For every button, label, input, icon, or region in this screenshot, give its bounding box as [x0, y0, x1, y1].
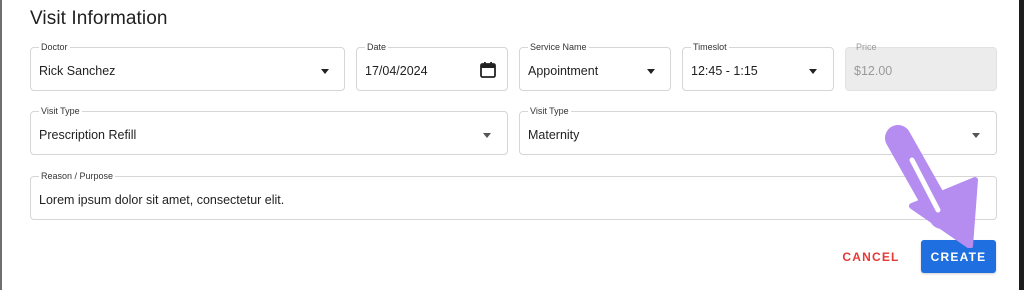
reason-input[interactable]: Reason / Purpose Lorem ipsum dolor sit a…: [30, 171, 997, 220]
doctor-select[interactable]: Doctor Rick Sanchez: [30, 42, 345, 91]
visit-type-value-2: Maternity: [528, 128, 580, 142]
service-value: Appointment: [528, 64, 599, 78]
reason-label: Reason / Purpose: [39, 171, 116, 182]
price-label: Price: [856, 42, 877, 52]
chevron-down-icon: [647, 69, 655, 74]
chevron-down-icon: [321, 69, 329, 74]
date-field[interactable]: Date 17/04/2024: [356, 42, 508, 91]
create-button[interactable]: CREATE: [921, 240, 996, 273]
visit-type-value: Prescription Refill: [39, 128, 137, 142]
price-value: $12.00: [854, 64, 893, 78]
price-field: Price $12.00: [845, 42, 997, 91]
window-left-edge: [0, 0, 2, 290]
date-value: 17/04/2024: [365, 64, 428, 78]
visit-type-select[interactable]: Visit Type Prescription Refill: [30, 106, 508, 155]
reason-value: Lorem ipsum dolor sit amet, consectetur …: [39, 193, 285, 207]
cancel-button[interactable]: CANCEL: [836, 242, 906, 272]
chevron-down-icon: [809, 69, 817, 74]
visit-type-label-2: Visit Type: [528, 106, 571, 117]
service-select[interactable]: Service Name Appointment: [519, 42, 671, 91]
service-label: Service Name: [528, 42, 589, 53]
date-label: Date: [365, 42, 389, 53]
timeslot-select[interactable]: Timeslot 12:45 - 1:15: [682, 42, 834, 91]
timeslot-label: Timeslot: [691, 42, 729, 53]
window-right-edge: [1019, 0, 1024, 290]
chevron-down-icon: [483, 133, 491, 138]
section-title: Visit Information: [30, 8, 168, 29]
chevron-down-icon: [972, 133, 980, 138]
visit-type-select-2[interactable]: Visit Type Maternity: [519, 106, 997, 155]
doctor-value: Rick Sanchez: [39, 64, 116, 78]
timeslot-value: 12:45 - 1:15: [691, 64, 758, 78]
calendar-icon[interactable]: [479, 61, 497, 79]
visit-type-label: Visit Type: [39, 106, 82, 117]
doctor-label: Doctor: [39, 42, 70, 53]
